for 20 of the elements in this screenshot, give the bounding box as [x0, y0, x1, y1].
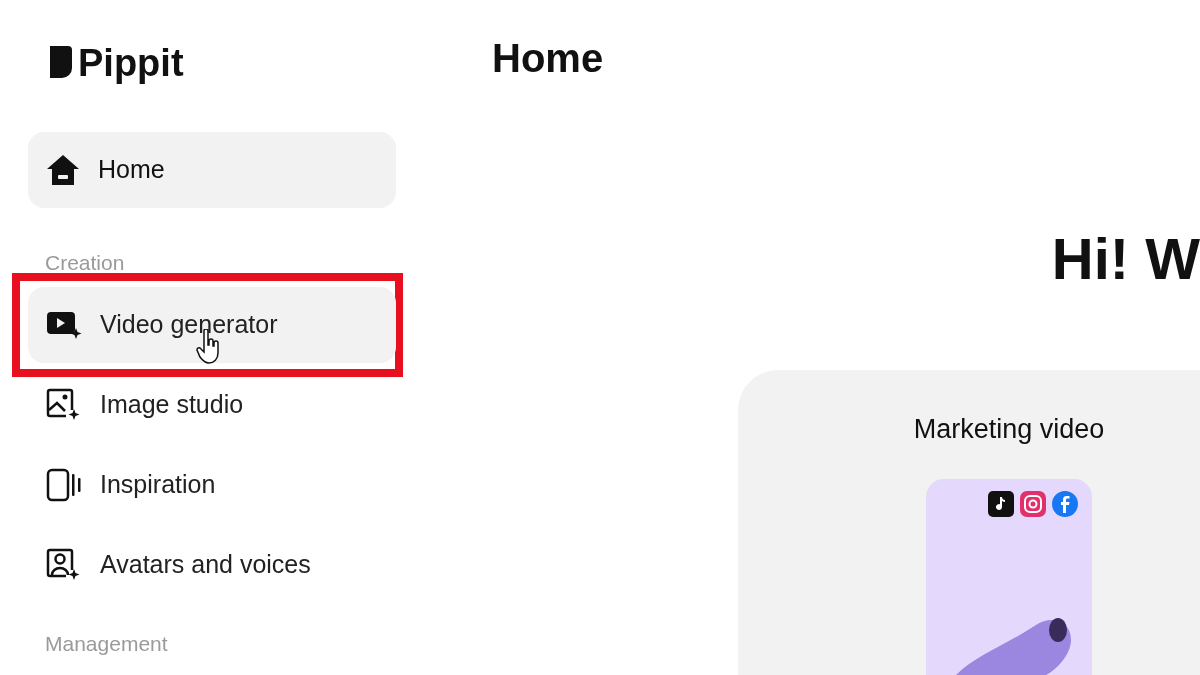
nav-item[interactable]: Inspiration [28, 447, 396, 523]
letter-f-icon [1052, 491, 1078, 517]
video-sparkle-icon [46, 310, 82, 340]
section-heading: Management [44, 633, 169, 654]
nav-item[interactable]: Image studio [28, 367, 396, 443]
template-card[interactable]: Marketing video [738, 370, 1200, 675]
card-title: Marketing video [913, 416, 1105, 443]
nav-item[interactable]: Avatars and voices [28, 527, 396, 603]
phone-bars-icon [46, 468, 82, 502]
page-title: Home [492, 38, 605, 78]
avatar-sparkle-icon [46, 548, 82, 582]
nav-item[interactable]: Video generator [28, 287, 396, 363]
image-sparkle-icon [46, 388, 82, 422]
app-logo-text: Pippit [78, 44, 184, 82]
section-heading: Creation [44, 252, 126, 273]
nav-item[interactable]: Home [28, 132, 396, 208]
greeting-heading: Hi! W [1051, 230, 1200, 288]
home-icon [46, 154, 80, 186]
music-note-icon [988, 491, 1014, 517]
camera-icon [1020, 491, 1046, 517]
